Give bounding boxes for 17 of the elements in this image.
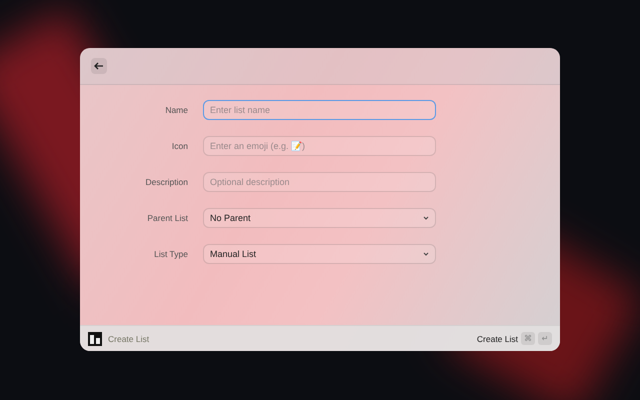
shortcut-key: ⌘ [521, 332, 535, 345]
back-button[interactable] [91, 58, 107, 74]
arrow-left-icon [94, 62, 104, 70]
footer-title: Create List [108, 334, 150, 344]
input-field[interactable]: Enter list name [203, 100, 436, 120]
field-label: Name [164, 105, 188, 115]
field-label: Icon [170, 141, 188, 151]
shortcut-key: ↵ [538, 332, 552, 345]
create-list-button[interactable]: Create List [476, 334, 518, 344]
chevron-down-icon [423, 252, 429, 256]
select-field[interactable]: Manual List [203, 244, 436, 264]
field-label: List Type [153, 249, 188, 259]
field-label: Parent List [146, 213, 188, 223]
select-field[interactable]: No Parent [203, 208, 436, 228]
chevron-down-icon [423, 216, 429, 220]
field-label: Description [144, 177, 188, 187]
app-logo-icon [88, 332, 102, 346]
